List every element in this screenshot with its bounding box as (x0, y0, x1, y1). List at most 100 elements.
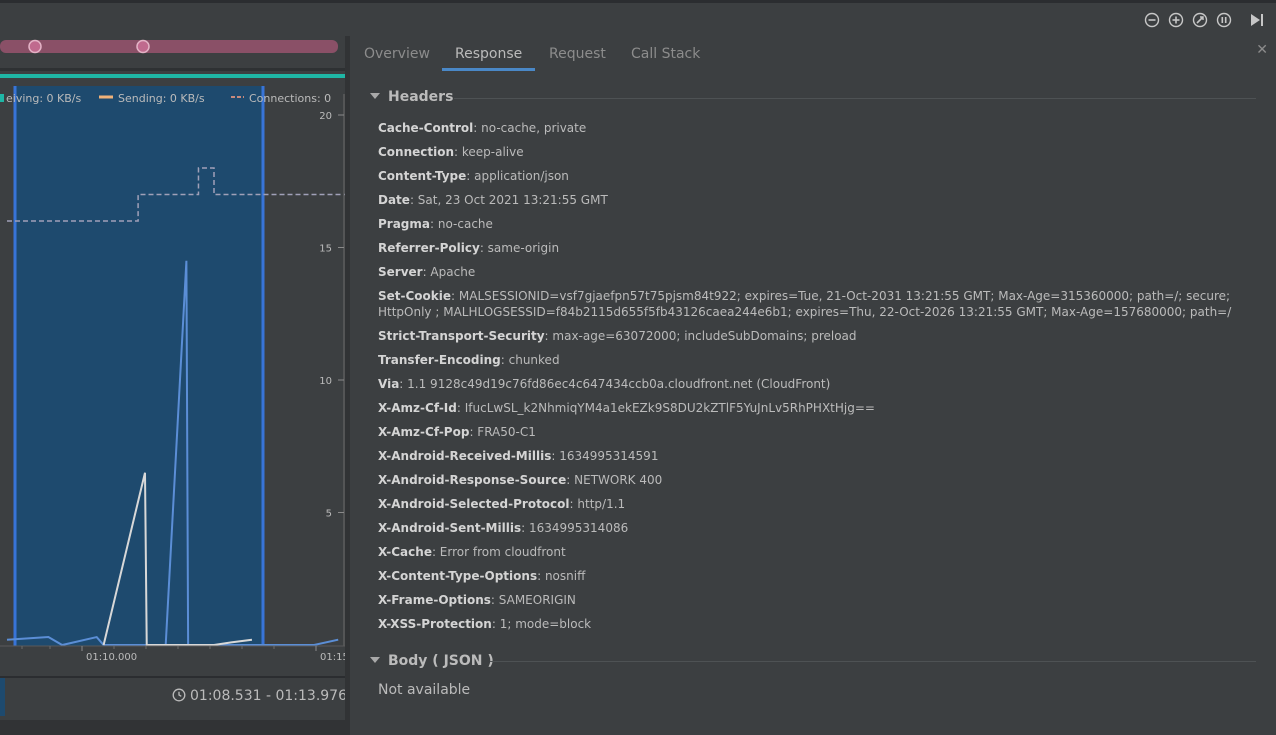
header-row: X-Amz-Cf-Id: IfucLwSL_k2NhmiqYM4a1ekEZk9… (378, 400, 1268, 416)
header-key: X-Android-Sent-Millis (378, 521, 522, 535)
connections-legend-label: Connections: 0 (249, 92, 331, 105)
y-tick-label: 10 (319, 376, 332, 387)
activity-bar (0, 74, 346, 78)
range-selection-stub (0, 678, 5, 716)
header-key: X-XSS-Protection (378, 617, 492, 631)
section-divider (490, 661, 1256, 662)
header-row: Cache-Control: no-cache, private (378, 120, 1268, 136)
body-section-toggle[interactable]: Body ( JSON ) (370, 653, 494, 669)
headers-section-toggle[interactable]: Headers (370, 89, 453, 105)
section-divider (454, 98, 1256, 99)
header-row: X-Android-Received-Millis: 1634995314591 (378, 448, 1268, 464)
header-value: : Apache (422, 265, 476, 279)
header-row: X-Android-Response-Source: NETWORK 400 (378, 472, 1268, 488)
header-key: Cache-Control (378, 121, 474, 135)
header-key: X-Android-Received-Millis (378, 449, 552, 463)
event-marker[interactable] (136, 39, 150, 54)
header-key: Strict-Transport-Security (378, 329, 545, 343)
header-key: Transfer-Encoding (378, 353, 501, 367)
header-row: X-Android-Sent-Millis: 1634995314086 (378, 520, 1268, 536)
header-value: : same-origin (479, 241, 560, 255)
header-value: : max-age=63072000; includeSubDomains; p… (544, 329, 857, 343)
header-row: X-Android-Selected-Protocol: http/1.1 (378, 496, 1268, 512)
header-key: X-Amz-Cf-Id (378, 401, 457, 415)
header-value: : NETWORK 400 (566, 473, 663, 487)
y-tick-label: 20 (319, 111, 332, 122)
x-tick-label: 01:10.000 (86, 652, 137, 663)
header-row: Pragma: no-cache (378, 216, 1268, 232)
header-key: Pragma (378, 217, 431, 231)
range-footer (0, 720, 346, 735)
receiving-legend-label: eiving: 0 KB/s (6, 92, 82, 105)
y-tick-label: 15 (319, 244, 332, 255)
header-value: : 1634995314086 (521, 521, 629, 535)
header-value: : nosniff (537, 569, 586, 583)
network-timeline-chart[interactable]: 20 15 10 5 01:10.000 01:15. eiving: 0 KB/s S… (0, 36, 346, 735)
selection-range-text: 01:08.531 - 01:13.976 (190, 688, 346, 704)
headers-list: Cache-Control: no-cache, private Connecti… (378, 120, 1268, 640)
event-track (0, 40, 338, 53)
y-tick-label: 5 (326, 509, 332, 520)
tab-overview[interactable]: Overview (364, 46, 430, 62)
reset-zoom-icon[interactable] (1192, 12, 1208, 28)
body-section-title: Body ( JSON ) (388, 653, 494, 669)
header-row: Content-Type: application/json (378, 168, 1268, 184)
tab-request[interactable]: Request (549, 46, 606, 62)
pause-icon[interactable] (1216, 12, 1232, 28)
zoom-out-icon[interactable] (1144, 12, 1160, 28)
tab-response[interactable]: Response (455, 46, 522, 62)
header-value: : application/json (466, 169, 569, 183)
selection-range[interactable] (15, 86, 264, 646)
header-row: Strict-Transport-Security: max-age=63072… (378, 328, 1268, 344)
body-content: Not available (378, 682, 471, 698)
header-row: Via: 1.1 9128c49d19c76fd86ec4c647434ccb0… (378, 376, 1268, 392)
header-key: Set-Cookie (378, 289, 452, 303)
header-row: Set-Cookie: MALSESSIONID=vsf7gjaefpn57t7… (378, 288, 1268, 320)
header-value: : Error from cloudfront (431, 545, 566, 559)
header-value: : MALSESSIONID=vsf7gjaefpn57t75pjsm84t92… (378, 289, 1232, 319)
header-key: Via (378, 377, 400, 391)
skip-to-end-icon[interactable] (1249, 12, 1265, 28)
header-value: : IfucLwSL_k2NhmiqYM4a1ekEZk9S8DU2kZTlF5… (456, 401, 875, 415)
connection-details-panel: Overview Response Request Call Stack ✕ H… (350, 36, 1276, 735)
header-value: : keep-alive (454, 145, 524, 159)
chevron-down-icon (370, 657, 380, 663)
event-marker[interactable] (28, 39, 42, 54)
header-row: X-Cache: Error from cloudfront (378, 544, 1268, 560)
sending-legend-label: Sending: 0 KB/s (118, 92, 205, 105)
header-value: : 1634995314591 (551, 449, 659, 463)
header-value: : chunked (500, 353, 560, 367)
clock-icon (172, 688, 186, 706)
header-key: Server (378, 265, 423, 279)
header-value: : FRA50-C1 (469, 425, 536, 439)
details-tabs: Overview Response Request Call Stack ✕ (350, 36, 1276, 72)
header-key: Connection (378, 145, 455, 159)
track-separator (0, 68, 346, 71)
x-axis-ticks: 01:10.000 01:15. (21, 646, 346, 663)
header-row: Date: Sat, 23 Oct 2021 13:21:55 GMT (378, 192, 1268, 208)
header-value: : no-cache (430, 217, 493, 231)
header-key: X-Amz-Cf-Pop (378, 425, 470, 439)
header-row: X-Frame-Options: SAMEORIGIN (378, 592, 1268, 608)
receiving-legend-swatch (0, 94, 4, 102)
header-key: X-Content-Type-Options (378, 569, 538, 583)
header-key: Content-Type (378, 169, 467, 183)
close-icon[interactable]: ✕ (1256, 42, 1268, 58)
header-value: : no-cache, private (473, 121, 587, 135)
network-timeline-panel: 20 15 10 5 01:10.000 01:15. eiving: 0 KB/s S… (0, 36, 346, 735)
header-value: : 1.1 9128c49d19c76fd86ec4c647434ccb0a.c… (399, 377, 831, 391)
header-key: Date (378, 193, 410, 207)
header-value: : SAMEORIGIN (490, 593, 576, 607)
headers-section-title: Headers (388, 89, 454, 105)
header-row: Transfer-Encoding: chunked (378, 352, 1268, 368)
header-row: X-Content-Type-Options: nosniff (378, 568, 1268, 584)
selection-range-label: 01:08.531 - 01:13.976 (172, 688, 346, 706)
header-row: Referrer-Policy: same-origin (378, 240, 1268, 256)
zoom-in-icon[interactable] (1168, 12, 1184, 28)
header-key: Referrer-Policy (378, 241, 480, 255)
header-value: : http/1.1 (569, 497, 626, 511)
tab-call-stack[interactable]: Call Stack (631, 46, 700, 62)
header-key: X-Android-Selected-Protocol (378, 497, 570, 511)
chevron-down-icon (370, 93, 380, 99)
header-value: : Sat, 23 Oct 2021 13:21:55 GMT (409, 193, 608, 207)
